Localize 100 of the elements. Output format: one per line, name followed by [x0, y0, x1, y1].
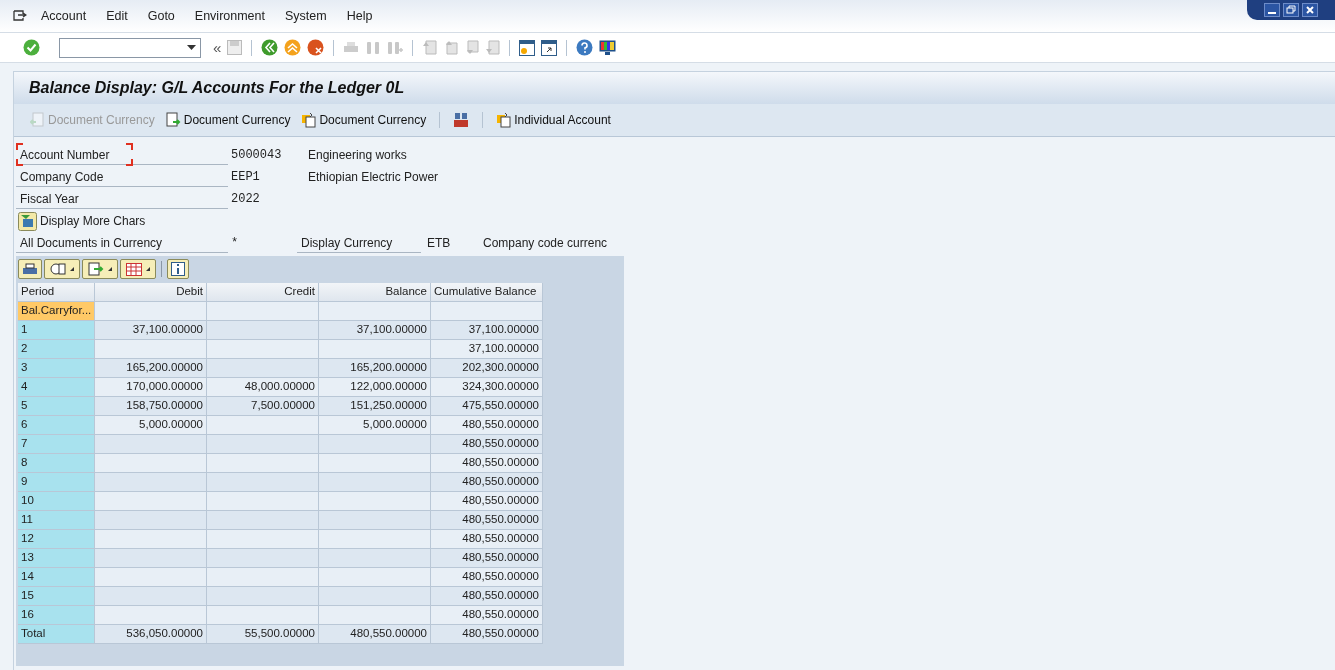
- table-cell: 480,550.00000: [431, 473, 543, 492]
- row-header-cell: 2: [18, 340, 95, 359]
- table-cell: 480,550.00000: [431, 492, 543, 511]
- documents-icon: [496, 112, 513, 128]
- cancel-icon[interactable]: [307, 39, 325, 56]
- row-header-cell: 4: [18, 378, 95, 397]
- row-header-cell: 14: [18, 568, 95, 587]
- field-label: Company Code: [16, 167, 228, 187]
- table-cell: 480,550.00000: [431, 568, 543, 587]
- row-header-cell: 7: [18, 435, 95, 454]
- toolbar-button[interactable]: Document Currency: [297, 109, 431, 131]
- minimize-icon[interactable]: [1264, 3, 1280, 17]
- command-field[interactable]: [59, 37, 201, 58]
- table-cell: 151,250.00000: [319, 397, 431, 416]
- field-label: Display Currency: [297, 233, 421, 253]
- table-cell: 165,200.00000: [319, 359, 431, 378]
- close-icon[interactable]: [1302, 3, 1318, 17]
- menu-item[interactable]: System: [285, 6, 327, 26]
- info-icon: [171, 262, 185, 276]
- field-description: Ethiopian Electric Power: [308, 169, 439, 186]
- info-button[interactable]: [167, 259, 189, 279]
- documents-icon: [301, 112, 318, 128]
- table-cell: 202,300.00000: [431, 359, 543, 378]
- row-header-cell: 11: [18, 511, 95, 530]
- export-icon: [88, 262, 104, 276]
- row-header-cell: 10: [18, 492, 95, 511]
- menu-icon[interactable]: [13, 10, 27, 22]
- column-header[interactable]: Cumulative Balance: [431, 283, 543, 302]
- shortcut-icon[interactable]: [541, 39, 558, 56]
- field-label: Account Number: [16, 145, 228, 165]
- table-cell: 158,750.00000: [95, 397, 207, 416]
- field-label: All Documents in Currency: [16, 233, 228, 253]
- row-header-cell: Bal.Carryfor...: [18, 302, 95, 321]
- table-cell: 480,550.00000: [431, 435, 543, 454]
- field-value: *: [231, 235, 240, 252]
- field-description: Company code currenc: [483, 235, 608, 252]
- new-window-icon[interactable]: [519, 39, 536, 56]
- table-cell: 480,550.00000: [431, 416, 543, 435]
- field-label: Fiscal Year: [16, 189, 228, 209]
- table-cell: 48,000.00000: [207, 378, 319, 397]
- menu-item[interactable]: Help: [346, 6, 373, 26]
- table-cell: 480,550.00000: [431, 549, 543, 568]
- table-cell: 37,100.00000: [431, 321, 543, 340]
- details-icon: [50, 262, 66, 276]
- table-layout-icon: [126, 262, 142, 276]
- currency-icon: [453, 112, 470, 128]
- layout-menu-button[interactable]: [120, 259, 156, 279]
- table-cell: 5,000.00000: [319, 416, 431, 435]
- table-cell: 475,550.00000: [431, 397, 543, 416]
- menu-item[interactable]: Goto: [147, 6, 175, 26]
- display-more-button[interactable]: Display More Chars: [16, 210, 1335, 232]
- restore-icon[interactable]: [1283, 3, 1299, 17]
- filter-icon: [18, 211, 37, 231]
- export-menu-button[interactable]: [82, 259, 118, 279]
- table-cell: 170,000.00000: [95, 378, 207, 397]
- row-header-cell: 12: [18, 530, 95, 549]
- field-value: 5000043: [231, 147, 283, 164]
- column-header[interactable]: Debit: [95, 283, 207, 302]
- row-header-cell: 1: [18, 321, 95, 340]
- row-header-cell: 5: [18, 397, 95, 416]
- menu-item[interactable]: Environment: [194, 6, 265, 26]
- toolbar-button[interactable]: Document Currency: [161, 109, 295, 131]
- menu-item[interactable]: Account: [41, 6, 87, 26]
- field-value: 2022: [231, 191, 261, 208]
- row-header-cell: 13: [18, 549, 95, 568]
- menu-item[interactable]: Edit: [106, 6, 128, 26]
- row-header-cell: 3: [18, 359, 95, 378]
- field-description: Engineering works: [308, 147, 407, 164]
- row-header-cell: 9: [18, 473, 95, 492]
- view-menu-button[interactable]: [44, 259, 80, 279]
- dropdown-arrow-icon[interactable]: [187, 45, 196, 50]
- table-cell: 55,500.00000: [207, 625, 319, 644]
- table-cell: 480,550.00000: [431, 606, 543, 625]
- enter-check-icon[interactable]: [23, 39, 40, 56]
- toolbar-button[interactable]: Individual Account: [492, 109, 615, 131]
- table-cell: 536,050.00000: [95, 625, 207, 644]
- row-header-cell: 6: [18, 416, 95, 435]
- row-header-cell: 16: [18, 606, 95, 625]
- table-cell: 37,100.00000: [431, 340, 543, 359]
- column-header[interactable]: Balance: [319, 283, 431, 302]
- document-arrow-icon: [165, 112, 182, 128]
- table-cell: 122,000.00000: [319, 378, 431, 397]
- table-cell: 37,100.00000: [95, 321, 207, 340]
- row-header-cell: Total: [18, 625, 95, 644]
- table-cell: 480,550.00000: [319, 625, 431, 644]
- table-cell: 480,550.00000: [431, 454, 543, 473]
- print-button[interactable]: [18, 259, 42, 279]
- column-header[interactable]: Credit: [207, 283, 319, 302]
- table-cell: 480,550.00000: [431, 530, 543, 549]
- help-icon[interactable]: [576, 39, 594, 56]
- field-value: EEP1: [231, 169, 261, 186]
- monitor-icon[interactable]: [599, 39, 617, 56]
- collapse-icon[interactable]: «: [213, 40, 222, 55]
- table-cell: 480,550.00000: [431, 625, 543, 644]
- back-icon[interactable]: [261, 39, 279, 56]
- row-header-cell: 8: [18, 454, 95, 473]
- printer-icon: [22, 262, 38, 276]
- caret-icon: [146, 267, 150, 271]
- caret-icon: [70, 267, 74, 271]
- column-header[interactable]: Period: [18, 283, 95, 302]
